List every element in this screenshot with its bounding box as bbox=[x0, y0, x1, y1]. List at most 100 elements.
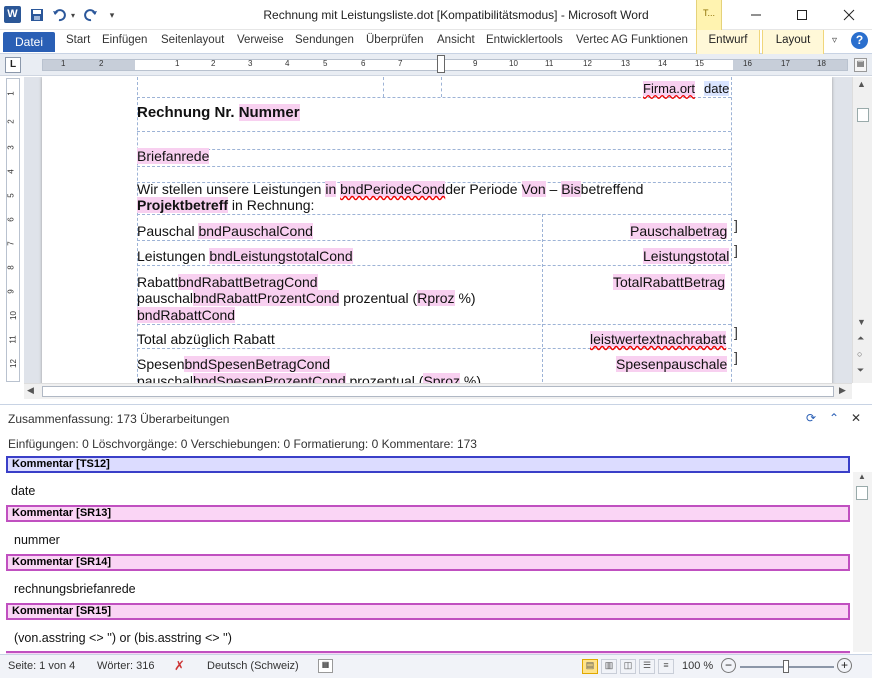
scroll-thumb[interactable] bbox=[857, 108, 869, 122]
language-indicator[interactable]: Deutsch (Schweiz) bbox=[207, 660, 299, 672]
indent-marker[interactable] bbox=[437, 55, 445, 73]
help-icon[interactable]: ? bbox=[851, 32, 868, 49]
von-field[interactable]: Von bbox=[521, 181, 546, 197]
scroll-up-icon[interactable]: ▲ bbox=[857, 79, 866, 89]
ruler-number: 2 bbox=[6, 119, 16, 124]
page-indicator[interactable]: Seite: 1 von 4 bbox=[8, 660, 75, 672]
ruler-strip[interactable]: 1 2 1 2 3 4 5 6 7 9 10 11 12 13 14 15 16… bbox=[42, 55, 848, 73]
rabatt-prozent-field[interactable]: bndRabattProzentCond bbox=[193, 290, 340, 306]
previous-page-icon[interactable]: ⏶ bbox=[857, 333, 864, 344]
document-page[interactable]: Firma.ort date Rechnung Nr. Nummer Brief… bbox=[42, 77, 832, 383]
intro-in-field[interactable]: in bbox=[325, 181, 337, 197]
rabatt-cond-field[interactable]: bndRabattCond bbox=[137, 307, 236, 323]
nummer-field[interactable]: Nummer bbox=[238, 104, 300, 121]
view-ruler-icon[interactable]: ▤ bbox=[854, 58, 867, 72]
vertical-scrollbar[interactable]: ▲ ▼ ⏶ ○ ⏷ bbox=[852, 77, 872, 383]
select-browse-object-icon[interactable]: ○ bbox=[857, 349, 862, 359]
spesen-prozent-field[interactable]: bndSpesenProzentCond bbox=[193, 373, 346, 383]
firma-ort-field[interactable]: Firma.ort bbox=[643, 81, 695, 96]
document-area[interactable]: Firma.ort date Rechnung Nr. Nummer Brief… bbox=[24, 77, 852, 383]
end-of-row-mark: ] bbox=[734, 349, 738, 365]
tab-entwicklertools[interactable]: Entwicklertools bbox=[486, 34, 563, 46]
comment-header[interactable]: Kommentar [SR15] bbox=[6, 603, 850, 620]
ruler-number: 2 bbox=[211, 59, 216, 68]
tab-entwurf[interactable]: Entwurf bbox=[696, 30, 760, 54]
tab-seitenlayout[interactable]: Seitenlayout bbox=[161, 34, 224, 46]
pauschal-cond-field[interactable]: bndPauschalCond bbox=[198, 223, 313, 239]
sproz-field[interactable]: Sproz bbox=[423, 373, 461, 383]
close-button[interactable] bbox=[826, 0, 872, 30]
zoom-level[interactable]: 100 % bbox=[682, 660, 713, 672]
comment-text[interactable]: rechnungsbriefanrede bbox=[14, 582, 136, 596]
print-layout-icon[interactable]: ▤ bbox=[582, 659, 598, 674]
comment-header[interactable]: Kommentar [SR13] bbox=[6, 505, 850, 522]
tab-ansicht[interactable]: Ansicht bbox=[437, 34, 475, 46]
ribbon-tabs: Datei Start Einfügen Seitenlayout Verwei… bbox=[0, 30, 872, 54]
spesen-betrag-field[interactable]: bndSpesenBetragCond bbox=[184, 356, 331, 372]
rproz-field[interactable]: Rproz bbox=[417, 290, 455, 306]
collapse-icon[interactable]: ⌃ bbox=[826, 411, 842, 427]
pauschalbetrag-field[interactable]: Pauschalbetrag bbox=[630, 223, 728, 239]
zoom-out-button[interactable]: − bbox=[721, 658, 736, 673]
ruler-number: 7 bbox=[398, 59, 403, 68]
tab-einfuegen[interactable]: Einfügen bbox=[102, 34, 147, 46]
scroll-down-icon[interactable]: ▼ bbox=[857, 317, 866, 327]
intro-betreffend: betreffend bbox=[580, 181, 644, 197]
maximize-button[interactable] bbox=[779, 0, 825, 30]
tab-file[interactable]: Datei bbox=[3, 32, 55, 52]
scroll-left-icon[interactable]: ◀ bbox=[27, 385, 34, 396]
projektbetreff-field[interactable]: Projektbetreff bbox=[137, 197, 229, 213]
tab-vertec-funktionen[interactable]: Vertec AG Funktionen bbox=[576, 34, 688, 46]
ruler-number: 9 bbox=[6, 289, 16, 294]
scroll-thumb[interactable] bbox=[856, 486, 868, 500]
ruler-number: 9 bbox=[473, 59, 478, 68]
draft-icon[interactable]: ≡ bbox=[658, 659, 674, 674]
briefanrede-field[interactable]: Briefanrede bbox=[137, 148, 210, 164]
ruler-number: 11 bbox=[545, 59, 554, 68]
bis-field[interactable]: Bis bbox=[561, 181, 581, 197]
tab-sendungen[interactable]: Sendungen bbox=[295, 34, 354, 46]
percent-text: %) bbox=[458, 290, 476, 306]
web-layout-icon[interactable]: ◫ bbox=[620, 659, 636, 674]
tab-selector-icon[interactable]: L bbox=[5, 57, 21, 73]
leistungen-row: Leistungen bndLeistungstotalCond bbox=[137, 248, 353, 264]
macro-record-icon[interactable]: ▦ bbox=[318, 659, 333, 673]
refresh-icon[interactable]: ⟳ bbox=[803, 411, 819, 427]
tab-start[interactable]: Start bbox=[66, 34, 90, 46]
ruler-number: 11 bbox=[8, 335, 18, 344]
zoom-in-button[interactable]: + bbox=[837, 658, 852, 673]
scroll-thumb[interactable] bbox=[42, 386, 834, 397]
rabatt-betrag-field[interactable]: bndRabattBetragCond bbox=[178, 274, 318, 290]
spesenpauschale-field[interactable]: Spesenpauschale bbox=[616, 356, 728, 372]
next-page-icon[interactable]: ⏷ bbox=[857, 365, 864, 376]
horizontal-scrollbar[interactable]: ◀ ▶ bbox=[24, 383, 852, 399]
comment-text[interactable]: nummer bbox=[14, 533, 60, 547]
ruler-number: 1 bbox=[6, 91, 16, 96]
tab-verweise[interactable]: Verweise bbox=[237, 34, 284, 46]
total-rabatt-betrag-field[interactable]: TotalRabattBetrag bbox=[613, 274, 726, 290]
minimize-button[interactable] bbox=[733, 0, 779, 30]
tab-ueberpruefen[interactable]: Überprüfen bbox=[366, 34, 424, 46]
comment-text[interactable]: date bbox=[11, 484, 35, 498]
zoom-slider-thumb[interactable] bbox=[783, 660, 789, 673]
leistwert-nach-rabatt-field[interactable]: leistwertextnachrabatt bbox=[590, 331, 727, 347]
date-field[interactable]: date bbox=[704, 81, 730, 96]
outline-icon[interactable]: ☰ bbox=[639, 659, 655, 674]
word-count[interactable]: Wörter: 316 bbox=[97, 660, 154, 672]
comment-header[interactable]: Kommentar [TS12] bbox=[6, 456, 850, 473]
pauschal-text: pauschal bbox=[137, 290, 194, 306]
leistungstotal-field[interactable]: Leistungstotal bbox=[643, 248, 730, 264]
full-screen-reading-icon[interactable]: ▥ bbox=[601, 659, 617, 674]
tab-layout[interactable]: Layout bbox=[762, 30, 824, 54]
comment-text[interactable]: (von.asstring <> '') or (bis.asstring <>… bbox=[14, 631, 232, 645]
comment-header[interactable]: Kommentar [SR14] bbox=[6, 554, 850, 571]
scroll-right-icon[interactable]: ▶ bbox=[839, 385, 846, 396]
ruler-number: 16 bbox=[743, 59, 752, 68]
periode-cond-field[interactable]: bndPeriodeCond bbox=[340, 181, 446, 197]
minimize-ribbon-icon[interactable]: ▿ bbox=[832, 35, 837, 46]
scroll-up-icon[interactable]: ▲ bbox=[858, 472, 866, 481]
close-pane-icon[interactable]: ✕ bbox=[848, 411, 864, 427]
pane-scrollbar[interactable]: ▲ bbox=[853, 472, 872, 652]
spell-check-icon[interactable]: ✗ bbox=[174, 658, 185, 674]
leistungstotal-cond-field[interactable]: bndLeistungstotalCond bbox=[209, 248, 353, 264]
